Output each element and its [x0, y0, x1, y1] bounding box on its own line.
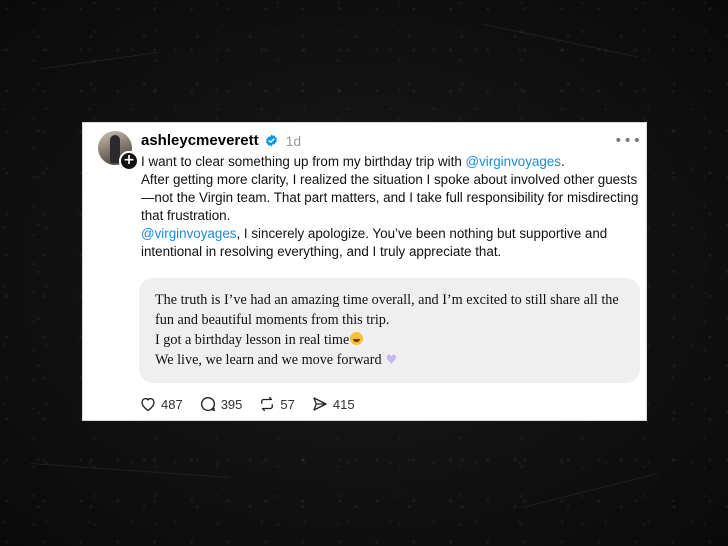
- post-actions: 487 395 57 415: [139, 395, 371, 413]
- like-count: 487: [161, 396, 183, 412]
- mention-link[interactable]: @virginvoyages: [465, 154, 560, 169]
- post-header: ashleycmeverett 1d: [141, 132, 301, 149]
- background-scratch: [40, 51, 160, 70]
- follow-plus-icon[interactable]: +: [119, 151, 139, 171]
- like-button[interactable]: 487: [139, 395, 183, 413]
- background-scratch: [521, 473, 659, 508]
- repost-button[interactable]: 57: [258, 395, 295, 413]
- quote-line: The truth is I’ve had an amazing time ov…: [155, 292, 619, 328]
- background-scratch: [481, 23, 639, 58]
- threads-post-card: + ashleycmeverett 1d ••• I want to clear…: [83, 123, 646, 420]
- reply-count: 395: [220, 396, 243, 412]
- repost-count: 57: [280, 396, 295, 412]
- background-scratch: [30, 463, 230, 478]
- smiling-face-with-sweat-icon: [350, 332, 364, 345]
- verified-badge-icon: [265, 134, 277, 147]
- post-paragraph-1: I want to clear something up from my bir…: [141, 153, 641, 171]
- post-paragraph-2: After getting more clarity, I realized t…: [141, 172, 639, 223]
- reply-button[interactable]: 395: [199, 395, 243, 413]
- more-horizontal-icon[interactable]: •••: [614, 133, 642, 149]
- quote-line: I got a birthday lesson in real time: [155, 330, 635, 350]
- share-count: 415: [332, 396, 355, 412]
- quoted-text-box[interactable]: The truth is I’ve had an amazing time ov…: [139, 278, 640, 383]
- send-icon: [313, 397, 327, 411]
- repost-icon: [261, 396, 274, 412]
- quote-line: We live, we learn and we move forward ♥: [155, 350, 635, 371]
- post-body: I want to clear something up from my bir…: [141, 153, 641, 261]
- post-paragraph-3: @virginvoyages, I sincerely apologize. Y…: [141, 225, 641, 261]
- quote-line-text: We live, we learn and we move forward: [155, 352, 382, 368]
- post-text: .: [560, 154, 565, 169]
- mention-link[interactable]: @virginvoyages: [141, 226, 236, 241]
- username[interactable]: ashleycmeverett: [141, 132, 259, 149]
- post-text: I want to clear something up from my bir…: [141, 154, 466, 169]
- quote-line-text: I got a birthday lesson in real time: [155, 332, 350, 348]
- purple-heart-icon: ♥: [385, 353, 398, 368]
- share-button[interactable]: 415: [311, 395, 355, 413]
- comment-icon: [200, 396, 215, 412]
- heart-icon: [141, 397, 155, 412]
- quoted-text: The truth is I’ve had an amazing time ov…: [155, 290, 635, 371]
- post-time: 1d: [285, 132, 302, 149]
